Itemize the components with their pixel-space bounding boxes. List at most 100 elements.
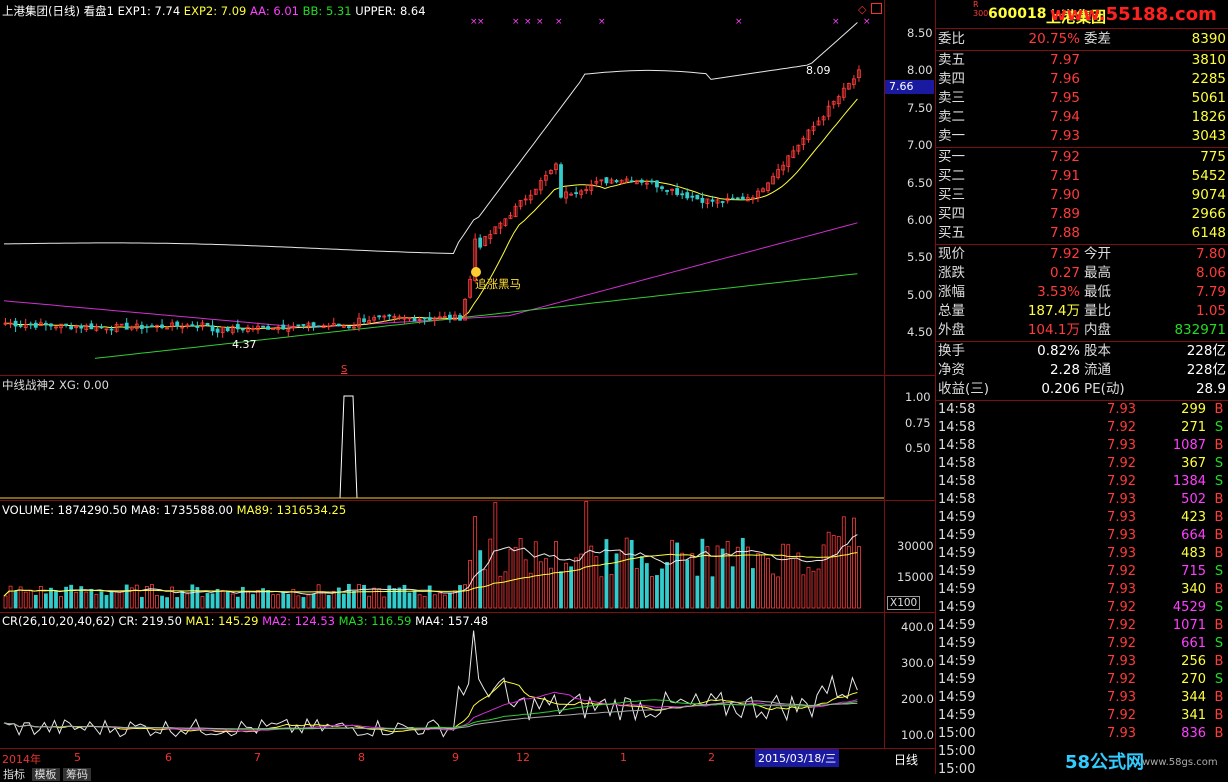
volume-bar <box>160 595 164 609</box>
volume-bar <box>402 584 407 609</box>
buy-level-row: 买四 7.89 2966 <box>938 206 1226 222</box>
volume-bar <box>766 558 770 609</box>
volume-bar <box>99 591 104 609</box>
indicator1-title: 中线战神2 XG: 0.00 <box>2 378 109 392</box>
candle-body <box>604 177 609 184</box>
fundamental-row: 换手 0.82% 股本 228亿 <box>938 343 1226 359</box>
volume-bar <box>256 590 260 609</box>
order-ratio-row: 委比 20.75% 委差 8390 <box>938 31 1226 47</box>
candle-body <box>69 326 74 330</box>
volume-unit: X100 <box>887 596 921 610</box>
volume-bar <box>700 538 705 609</box>
price-tick: 4.50 <box>907 325 933 340</box>
signal-x-marker: × <box>512 17 520 27</box>
volume-bar <box>84 591 89 609</box>
tick-row: 14:59 7.92 1071 B <box>938 618 1224 633</box>
volume-bar <box>569 566 573 609</box>
quote-panel[interactable]: R 300 600018 上港集团 www.55188.com 委比 20.75% 委… <box>935 0 1228 777</box>
volume-bar <box>3 595 8 609</box>
tab-template[interactable]: 模板 <box>31 768 60 781</box>
watermark-58gs: 58公式网 <box>1065 752 1145 773</box>
chart-area[interactable]: 上港集团(日线) 看盘1 EXP1: 7.74 EXP2: 7.09 AA: 6… <box>0 0 1217 781</box>
volume-bar <box>498 575 503 609</box>
ind1-tick-075: 0.75 <box>905 416 931 430</box>
low-label: 4.37 <box>232 338 257 351</box>
candle-body <box>139 324 144 329</box>
tick-row: 14:59 7.92 661 S <box>938 636 1224 651</box>
volume-bar <box>119 591 124 609</box>
volume-bar <box>357 584 361 609</box>
volume-bar <box>710 576 715 609</box>
date-label-6: 6 <box>165 751 172 764</box>
volume-bar <box>579 553 584 609</box>
volume-bar <box>352 590 356 609</box>
volume-bar <box>114 591 119 609</box>
watermark-58gs-url: www.58gs.com <box>1142 757 1218 768</box>
volume-bar <box>165 597 170 609</box>
buy-level-row: 买三 7.90 9074 <box>938 187 1226 203</box>
candle-body <box>695 194 700 200</box>
volume-bar <box>624 537 629 609</box>
candle-body <box>427 317 432 321</box>
candle-body <box>33 322 38 328</box>
volume-bar <box>796 552 801 609</box>
volume-bar <box>852 517 856 609</box>
date-label-9: 9 <box>452 751 459 764</box>
volume-bar <box>811 570 816 609</box>
price-tick: 7.50 <box>907 100 933 115</box>
cr-title: CR(26,10,20,40,62) <box>2 614 115 628</box>
volume-bar <box>488 538 493 609</box>
cr-header: CR(26,10,20,40,62) CR: 219.50 MA1: 145.2… <box>2 614 488 628</box>
volume-bar <box>170 586 175 609</box>
volume-bar <box>336 587 341 609</box>
volume-header: VOLUME: 1874290.50 MA8: 1735588.00 MA89:… <box>2 503 346 517</box>
volume-bar <box>382 596 387 609</box>
candle-body <box>18 325 23 327</box>
tick-row: 14:59 7.92 341 B <box>938 708 1224 723</box>
volume-bar <box>463 584 467 609</box>
sell-level-row: 卖一 7.93 3043 <box>938 128 1226 144</box>
candle-body <box>89 323 94 330</box>
candle-body <box>710 199 715 202</box>
signal-x-marker: × <box>832 17 840 27</box>
volume-bar <box>124 584 129 609</box>
tab-indicator[interactable]: 指标 <box>0 768 28 781</box>
volume-bar <box>180 591 185 609</box>
date-axis: 2014年 5 6 7 8 9 12 1 2 2015/03/18/三 <box>0 749 884 767</box>
volume-bar <box>730 566 735 609</box>
candlestick-chart[interactable]: × × × × × × × × × × <box>0 0 884 748</box>
volume-bar <box>447 592 452 609</box>
signal-x-marker: × <box>598 17 606 27</box>
volume-bar <box>715 545 720 609</box>
volume-bar <box>407 592 412 609</box>
volume-bar <box>139 596 144 609</box>
volume-bar <box>543 558 548 609</box>
candle-body <box>680 193 685 196</box>
candle-body <box>49 323 53 327</box>
volume-bar <box>629 539 634 609</box>
tick-row: 14:59 7.93 340 B <box>938 582 1224 597</box>
volume-bar <box>523 559 528 609</box>
cr-ma3-line <box>3 699 858 730</box>
volume-bar <box>23 591 28 609</box>
period-label[interactable]: 日线 <box>894 751 918 768</box>
volume-bar <box>735 546 740 609</box>
candle-body <box>210 325 215 332</box>
volume-bar <box>791 558 796 609</box>
volume-bar <box>109 590 114 609</box>
volume-bar <box>286 593 291 609</box>
quote-stat-row: 总量 187.4万 量比 1.05 <box>938 303 1226 319</box>
tick-row: 14:59 7.93 344 B <box>938 690 1224 705</box>
buy-level-row: 买五 7.88 6148 <box>938 225 1226 241</box>
volume-bar <box>74 591 79 609</box>
candle-body <box>215 328 220 333</box>
tab-chips[interactable]: 筹码 <box>63 768 91 781</box>
fundamental-row: 净资 2.28 流通 228亿 <box>938 362 1226 378</box>
candle-body <box>660 186 664 189</box>
volume-bar <box>533 541 538 609</box>
candle-body <box>675 188 680 195</box>
volume-bar <box>94 593 99 609</box>
candle-body <box>109 328 114 331</box>
volume-bar <box>478 550 483 609</box>
tick-row: 14:58 7.93 1087 B <box>938 438 1224 453</box>
